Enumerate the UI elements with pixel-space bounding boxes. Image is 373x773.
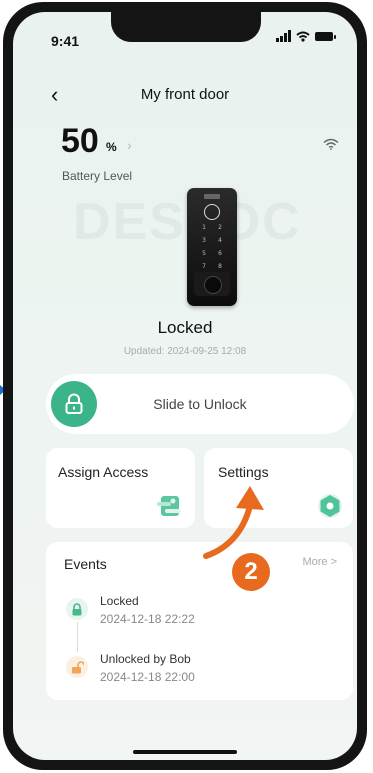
assign-access-icon <box>157 496 181 516</box>
assign-access-card[interactable]: Assign Access <box>46 448 195 528</box>
annotation-arrow <box>203 486 264 559</box>
app-screen: 9:41 ‹ My front door 50 % › Battery Leve… <box>13 12 357 760</box>
event-item: Unlocked by Bob 2024-12-18 22:00 <box>66 652 286 688</box>
notch <box>111 12 261 42</box>
settings-gear-icon <box>318 494 342 518</box>
events-card: Events More > Locked 2024-12-18 22:22 Un… <box>46 542 353 700</box>
slider-label: Slide to Unlock <box>153 396 247 412</box>
lock-brand-plate <box>204 194 220 199</box>
keypad-key: 4 <box>218 237 222 244</box>
lock-icon <box>66 598 88 620</box>
event-time: 2024-12-18 22:22 <box>100 612 195 626</box>
battery-chevron-icon[interactable]: › <box>127 137 132 153</box>
step-number-badge: 2 <box>232 553 270 591</box>
keypad-key: 7 <box>202 263 206 270</box>
events-more-link[interactable]: More > <box>302 556 337 568</box>
fingerprint-sensor <box>204 204 220 220</box>
phone-frame: 9:41 ‹ My front door 50 % › Battery Leve… <box>3 2 367 770</box>
assign-access-label: Assign Access <box>58 464 149 480</box>
keypad-key: 2 <box>218 224 222 231</box>
slide-to-unlock[interactable]: Slide to Unlock <box>46 374 354 434</box>
unlock-icon <box>66 656 88 678</box>
keypad-key: 1 <box>202 224 206 231</box>
events-title: Events <box>64 556 107 572</box>
battery-status-icon <box>315 31 336 41</box>
event-name: Locked <box>100 594 139 608</box>
event-time: 2024-12-18 22:00 <box>100 670 195 684</box>
thumb-turn <box>194 272 230 296</box>
wifi-status-icon <box>296 31 310 42</box>
home-indicator <box>133 750 237 754</box>
keypad-key: 5 <box>202 250 206 257</box>
keypad-key: 8 <box>218 263 222 270</box>
event-name: Unlocked by Bob <box>100 652 191 666</box>
keypad-key: 6 <box>218 250 222 257</box>
signal-icon <box>276 30 291 42</box>
keypad-key: 3 <box>202 237 206 244</box>
updated-timestamp: Updated: 2024-09-25 12:08 <box>123 346 247 357</box>
battery-value[interactable]: 50 <box>61 122 99 161</box>
event-item: Locked 2024-12-18 22:22 <box>66 594 266 630</box>
status-icons <box>276 30 336 42</box>
wifi-icon <box>323 138 339 150</box>
smart-lock-image: 1 2 3 4 5 6 7 8 9 0 <box>187 188 237 306</box>
lock-status: Locked <box>157 318 213 337</box>
settings-label: Settings <box>218 464 269 480</box>
status-time: 9:41 <box>51 33 80 49</box>
battery-unit: % <box>106 140 117 154</box>
battery-label: Battery Level <box>62 169 133 183</box>
page-title: My front door <box>140 86 230 103</box>
